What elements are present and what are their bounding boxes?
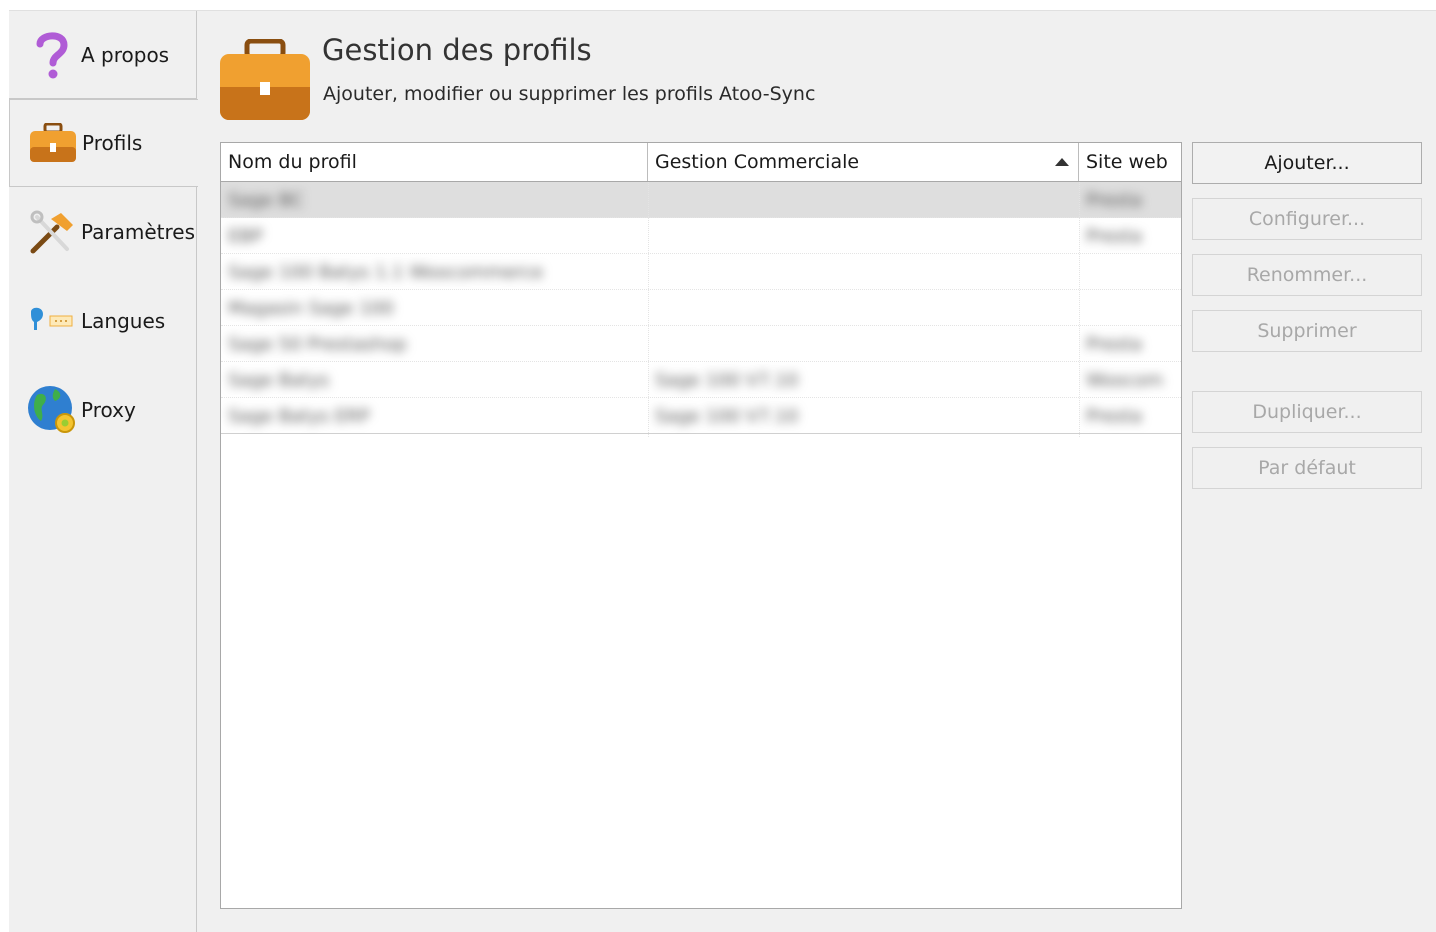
sort-ascending-icon [1055,158,1069,166]
cell-site: Presta [1086,333,1143,355]
cell-nom: Sage 50 Prestashop [228,333,407,355]
column-header-label: Nom du profil [228,151,357,173]
column-header-label: Gestion Commerciale [655,151,860,173]
cell-site: Presta [1086,189,1143,211]
page-title: Gestion des profils [322,33,592,67]
table-row[interactable]: Sage Batys Sage 100 V7.10 Woocom [221,362,1181,398]
cell-site: Woocom [1086,369,1164,391]
cell-gestion: Sage 100 V7.10 [655,369,799,391]
sidebar-item-langues[interactable]: Langues [9,277,197,365]
cell-gestion: Sage 100 V7.10 [655,405,799,427]
sidebar-item-proxy[interactable]: Proxy [9,366,197,454]
cell-nom: Sage 100 Batys 1.1 Woocommerce [228,261,544,283]
delete-button[interactable]: Supprimer [1192,310,1422,352]
settings-window: A propos Profils Paramètres Langues Prox… [9,10,1436,932]
configure-button[interactable]: Configurer... [1192,198,1422,240]
sidebar-item-profils[interactable]: Profils [9,99,198,187]
cell-gestion [648,218,1079,254]
sidebar: A propos Profils Paramètres Langues Prox… [9,11,198,932]
column-header-gestion[interactable]: Gestion Commerciale [648,143,1079,181]
table-row[interactable]: Magasin Sage 100 [221,290,1181,326]
table-header: Nom du profil Gestion Commerciale Site w… [221,143,1181,182]
table-row[interactable]: Sage 50 Prestashop Presta [221,326,1181,362]
cell-nom: Sage BC [228,189,304,211]
cell-nom: EBP [228,225,263,247]
sidebar-item-a-propos[interactable]: A propos [9,11,197,99]
page-subtitle: Ajouter, modifier ou supprimer les profi… [323,83,816,105]
table-row[interactable]: Sage 100 Batys 1.1 Woocommerce [221,254,1181,290]
cell-nom: Sage Batys ERP [228,405,370,427]
cell-site [1079,290,1181,326]
default-button[interactable]: Par défaut [1192,447,1422,489]
sidebar-item-parametres[interactable]: Paramètres [9,188,197,276]
speech-icon [27,296,77,346]
table-row[interactable]: Sage Batys ERP Sage 100 V7.10 Presta [221,398,1181,434]
cell-gestion [648,326,1079,362]
cell-site: Presta [1086,225,1143,247]
cell-gestion [648,182,1079,218]
cell-site: Presta [1086,405,1143,427]
column-header-label: Site web [1086,151,1168,173]
table-body: Sage BC Presta EBP Presta Sage 100 Batys… [221,182,1181,434]
profiles-table[interactable]: Nom du profil Gestion Commerciale Site w… [220,142,1182,909]
sidebar-item-label: A propos [81,42,170,67]
add-button[interactable]: Ajouter... [1192,142,1422,184]
question-icon [27,30,77,80]
cell-gestion [648,254,1079,290]
cell-gestion [648,290,1079,326]
briefcase-icon [219,38,311,121]
table-row[interactable]: Sage BC Presta [221,182,1181,218]
cell-nom: Sage Batys [228,369,330,391]
grid-line [648,182,649,437]
sidebar-item-label: Proxy [81,398,136,422]
cell-nom: Magasin Sage 100 [228,297,394,319]
sidebar-item-label: Langues [81,309,166,333]
column-header-site[interactable]: Site web [1079,143,1181,181]
briefcase-icon [28,118,78,168]
globe-icon [27,385,77,435]
duplicate-button[interactable]: Dupliquer... [1192,391,1422,433]
table-row[interactable]: EBP Presta [221,218,1181,254]
grid-line [1079,182,1080,437]
tools-icon [27,207,77,257]
column-header-nom[interactable]: Nom du profil [221,143,648,181]
sidebar-item-label: Paramètres [81,220,196,244]
cell-site [1079,254,1181,290]
sidebar-item-label: Profils [82,131,143,155]
rename-button[interactable]: Renommer... [1192,254,1422,296]
